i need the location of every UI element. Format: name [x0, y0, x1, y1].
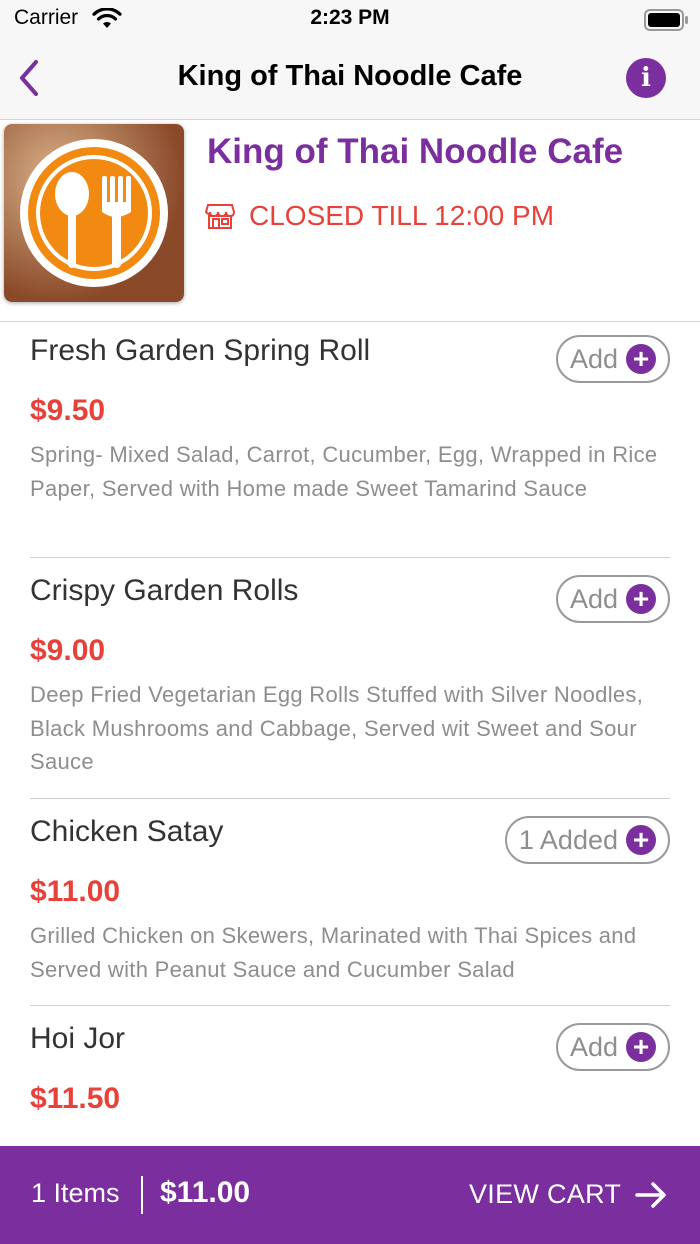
- menu-item[interactable]: Chicken Satay 1 Added + $11.00 Grilled C…: [30, 803, 670, 1006]
- info-icon[interactable]: i: [626, 58, 666, 98]
- menu-item[interactable]: Fresh Garden Spring Roll Add + $9.50 Spr…: [30, 322, 670, 558]
- cart-bar[interactable]: 1 Items $11.00 VIEW CART: [0, 1146, 700, 1244]
- item-description: Spring- Mixed Salad, Carrot, Cucumber, E…: [30, 442, 658, 501]
- add-button-label: Add: [569, 583, 618, 614]
- item-price: $9.50: [30, 394, 106, 427]
- view-cart-button[interactable]: VIEW CART: [469, 1179, 621, 1210]
- item-price: $9.00: [30, 634, 106, 667]
- item-price: $11.50: [30, 1082, 121, 1115]
- menu-item[interactable]: Crispy Garden Rolls Add + $9.00 Deep Fri…: [30, 562, 670, 799]
- item-description: Grilled Chicken on Skewers, Marinated wi…: [30, 923, 637, 982]
- item-name: Chicken Satay: [30, 815, 224, 848]
- item-price: $11.00: [30, 875, 121, 908]
- add-button[interactable]: Add +: [555, 575, 670, 623]
- plus-icon: +: [626, 825, 656, 855]
- page-title: King of Thai Noodle Cafe: [177, 60, 523, 92]
- add-button-label: Add: [569, 1031, 618, 1062]
- arrow-right-icon[interactable]: [634, 1180, 668, 1210]
- back-chevron-icon[interactable]: [14, 58, 44, 98]
- add-button[interactable]: Add +: [555, 335, 670, 383]
- cart-total: $11.00: [160, 1176, 251, 1209]
- closed-status: CLOSED TILL 12:00 PM: [249, 200, 555, 231]
- restaurant-logo: [4, 124, 184, 302]
- menu-list: Fresh Garden Spring Roll Add + $9.50 Spr…: [0, 322, 700, 1146]
- cart-divider: [141, 1176, 143, 1214]
- status-bar: Carrier 2:23 PM: [0, 0, 700, 40]
- battery-icon: [644, 9, 688, 31]
- item-name: Fresh Garden Spring Roll: [30, 334, 371, 367]
- plus-icon: +: [626, 1032, 656, 1062]
- restaurant-header: King of Thai Noodle Cafe CLOSED TILL 12:…: [0, 120, 700, 322]
- added-button[interactable]: 1 Added +: [504, 816, 670, 864]
- add-button-label: Add: [569, 343, 618, 374]
- item-description: Deep Fried Vegetarian Egg Rolls Stuffed …: [30, 682, 644, 774]
- navigation-bar: King of Thai Noodle Cafe i: [0, 40, 700, 120]
- restaurant-name: King of Thai Noodle Cafe: [207, 132, 624, 171]
- status-time: 2:23 PM: [310, 6, 390, 29]
- store-icon: [205, 204, 235, 229]
- cart-item-count: 1 Items: [31, 1178, 120, 1208]
- plus-icon: +: [626, 344, 656, 374]
- menu-item[interactable]: Hoi Jor Add + $11.50: [30, 1010, 670, 1146]
- item-name: Crispy Garden Rolls: [30, 574, 299, 607]
- item-name: Hoi Jor: [30, 1022, 126, 1055]
- added-button-label: 1 Added: [518, 824, 618, 855]
- plus-icon: +: [626, 584, 656, 614]
- add-button[interactable]: Add +: [555, 1023, 670, 1071]
